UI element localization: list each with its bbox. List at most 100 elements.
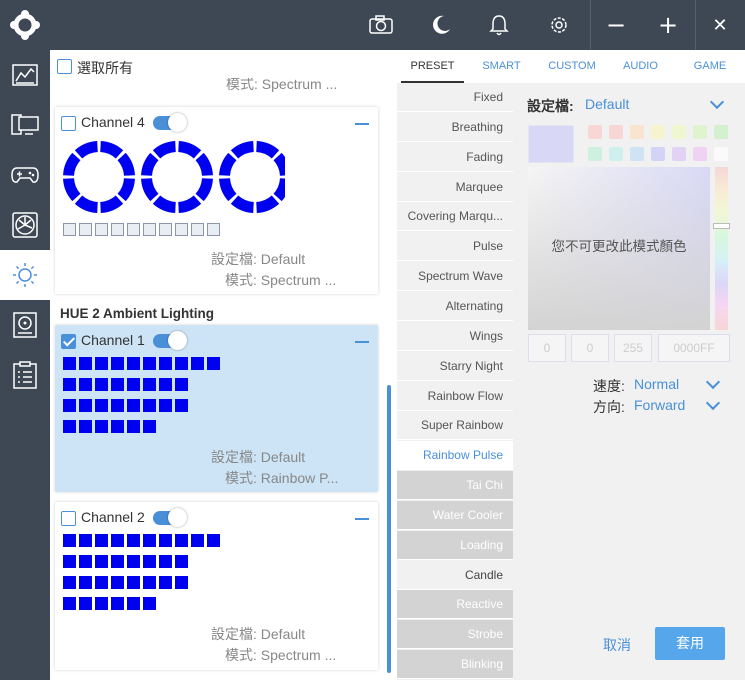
- effect-settings: 設定檔: Default 您不可更改此模式顏色 0 0 255 0000FF 速…: [513, 83, 745, 680]
- hex-input: 0000FF: [658, 334, 730, 362]
- checklist-icon[interactable]: [0, 350, 50, 400]
- led-cell: [95, 576, 108, 589]
- collapse-icon[interactable]: [355, 518, 369, 520]
- camera-icon[interactable]: [368, 12, 394, 38]
- led-cell: [95, 420, 108, 433]
- apply-button[interactable]: 套用: [655, 627, 725, 660]
- led-cell: [63, 378, 76, 391]
- channel4-toggle[interactable]: [153, 113, 187, 132]
- chevron-down-icon[interactable]: [709, 94, 725, 110]
- chevron-down-icon[interactable]: [705, 395, 721, 411]
- led-cell: [159, 357, 172, 370]
- led-segment: [230, 195, 254, 213]
- led-cell: [111, 576, 124, 589]
- led-cell: [79, 534, 92, 547]
- effect-item[interactable]: Covering Marqu...: [397, 202, 513, 232]
- cancel-button[interactable]: 取消: [603, 635, 631, 655]
- led-segment: [256, 141, 280, 159]
- effect-item: Tai Chi: [397, 471, 513, 501]
- led-cell: [127, 597, 140, 610]
- color-swatch: [672, 125, 686, 139]
- lighting-icon[interactable]: [0, 250, 50, 300]
- nzxt-logo-icon[interactable]: [10, 10, 40, 40]
- led-cell: [111, 399, 124, 412]
- collapse-icon[interactable]: [355, 341, 369, 343]
- effect-item[interactable]: Alternating: [397, 292, 513, 321]
- select-all-checkbox[interactable]: [57, 59, 72, 74]
- led-segment: [152, 195, 176, 213]
- profile-label: 設定檔:: [527, 98, 574, 114]
- channel1-checkbox[interactable]: [61, 334, 76, 349]
- effect-item[interactable]: Spectrum Wave: [397, 262, 513, 292]
- led-cell: [159, 576, 172, 589]
- effect-item[interactable]: Fading: [397, 143, 513, 172]
- led-cell: [191, 223, 204, 236]
- channel2-card[interactable]: Channel 2 設定檔: Default 模式: Spectrum ...: [55, 502, 378, 670]
- channel4-checkbox[interactable]: [61, 116, 76, 131]
- led-cell: [159, 534, 172, 547]
- effect-item[interactable]: Breathing: [397, 113, 513, 142]
- scrollbar[interactable]: [387, 385, 391, 673]
- current-color-swatch: [528, 125, 574, 163]
- tab-game[interactable]: GAME: [677, 50, 743, 83]
- chevron-down-icon[interactable]: [705, 374, 721, 390]
- top-bar: − + ✕: [0, 0, 745, 50]
- led-cell: [143, 357, 156, 370]
- profile-dropdown[interactable]: Default: [585, 96, 629, 112]
- tab-preset[interactable]: PRESET: [401, 50, 464, 83]
- channel4-profile: 設定檔: Default: [211, 251, 306, 267]
- storage-icon[interactable]: [0, 300, 50, 350]
- fan-icon[interactable]: [0, 200, 50, 250]
- led-segment: [178, 141, 202, 159]
- color-swatch: [609, 147, 623, 161]
- channel2-toggle[interactable]: [153, 508, 187, 527]
- tab-smart[interactable]: SMART: [469, 50, 534, 83]
- tab-audio[interactable]: AUDIO: [609, 50, 672, 83]
- channel2-checkbox[interactable]: [61, 511, 76, 526]
- gamepad-icon[interactable]: [0, 150, 50, 200]
- effect-item: Strobe: [397, 620, 513, 650]
- maximize-button[interactable]: +: [643, 0, 693, 50]
- effect-item[interactable]: Marquee: [397, 173, 513, 202]
- effect-item[interactable]: Super Rainbow: [397, 411, 513, 441]
- effect-item[interactable]: Fixed: [397, 83, 513, 112]
- channel1-card[interactable]: Channel 1 設定檔: Default 模式: Rainbow P...: [55, 325, 378, 492]
- led-cell: [79, 223, 92, 236]
- effect-item[interactable]: Starry Night: [397, 352, 513, 381]
- effect-item[interactable]: Pulse: [397, 232, 513, 262]
- led-row: [63, 534, 220, 547]
- led-cell: [95, 534, 108, 547]
- effect-item[interactable]: Candle: [397, 560, 513, 590]
- effect-item[interactable]: Wings: [397, 322, 513, 351]
- effect-item[interactable]: Rainbow Flow: [397, 382, 513, 411]
- dashboard-icon[interactable]: [0, 50, 50, 100]
- color-swatch: [588, 125, 602, 139]
- led-cell: [175, 357, 188, 370]
- device-panel: 選取所有 模式: Spectrum ... Channel 4 設定檔: Def…: [50, 50, 397, 680]
- speed-dropdown[interactable]: Normal: [634, 376, 679, 392]
- color-swatch: [651, 125, 665, 139]
- effect-item[interactable]: Rainbow Pulse: [397, 441, 513, 471]
- minimize-button[interactable]: −: [591, 0, 641, 50]
- effect-item: Water Cooler: [397, 500, 513, 530]
- channel1-toggle[interactable]: [153, 331, 187, 350]
- tab-custom[interactable]: CUSTOM: [537, 50, 607, 83]
- moon-icon[interactable]: [428, 12, 454, 38]
- color-disabled-message: 您不可更改此模式顏色: [551, 239, 687, 254]
- direction-dropdown[interactable]: Forward: [634, 397, 685, 413]
- close-button[interactable]: ✕: [695, 0, 745, 50]
- led-segment: [100, 195, 124, 213]
- led-cell: [95, 555, 108, 568]
- led-cell: [127, 378, 140, 391]
- pc-monitor-icon[interactable]: [0, 100, 50, 150]
- bell-icon[interactable]: [486, 12, 512, 38]
- mode-tabs: PRESET SMART CUSTOM AUDIO GAME: [397, 50, 745, 83]
- collapse-icon[interactable]: [355, 123, 369, 125]
- led-cell: [175, 555, 188, 568]
- led-cell: [143, 420, 156, 433]
- led-cell: [95, 357, 108, 370]
- channel4-label: Channel 4: [81, 114, 145, 130]
- channel4-card[interactable]: Channel 4 設定檔: Default 模式: Spectrum ...: [55, 107, 378, 294]
- gear-icon[interactable]: [546, 12, 572, 38]
- led-segment: [141, 178, 159, 202]
